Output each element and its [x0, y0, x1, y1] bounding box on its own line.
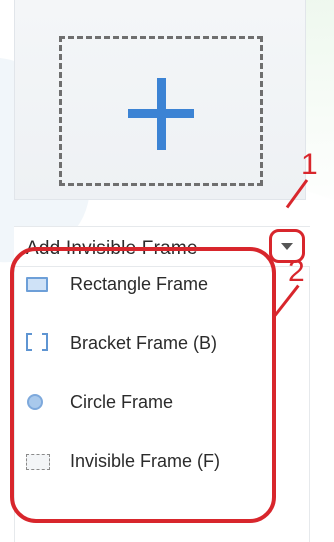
add-invisible-frame-dropdown[interactable]: Add Invisible Frame: [14, 226, 310, 267]
annotation-number-1: 1: [301, 148, 318, 181]
menu-item-circle-frame[interactable]: Circle Frame: [14, 382, 276, 422]
menu-item-label: Circle Frame: [70, 392, 174, 412]
menu-item-invisible-frame[interactable]: Invisible Frame (F): [14, 441, 276, 481]
invisible-frame-icon: [26, 454, 50, 470]
menu-item-label: Rectangle Frame: [70, 274, 209, 294]
chevron-down-icon: [281, 243, 293, 250]
menu-item-bracket-frame[interactable]: Bracket Frame (B): [14, 323, 276, 363]
plus-icon: [128, 78, 194, 150]
bracket-frame-icon: [26, 333, 48, 353]
menu-item-rectangle-frame[interactable]: Rectangle Frame: [14, 264, 276, 304]
menu-item-label: Bracket Frame (B): [70, 333, 218, 353]
frame-tool-panel: 1 Add Invisible Frame Rectangle Frame Br…: [0, 0, 334, 542]
circle-frame-icon: [27, 394, 43, 410]
annotation-number-2: 2: [288, 255, 305, 288]
dropdown-label: Add Invisible Frame: [26, 238, 198, 259]
add-frame-button[interactable]: [14, 0, 306, 200]
menu-item-label: Invisible Frame (F): [70, 451, 221, 471]
rectangle-frame-icon: [26, 277, 48, 292]
